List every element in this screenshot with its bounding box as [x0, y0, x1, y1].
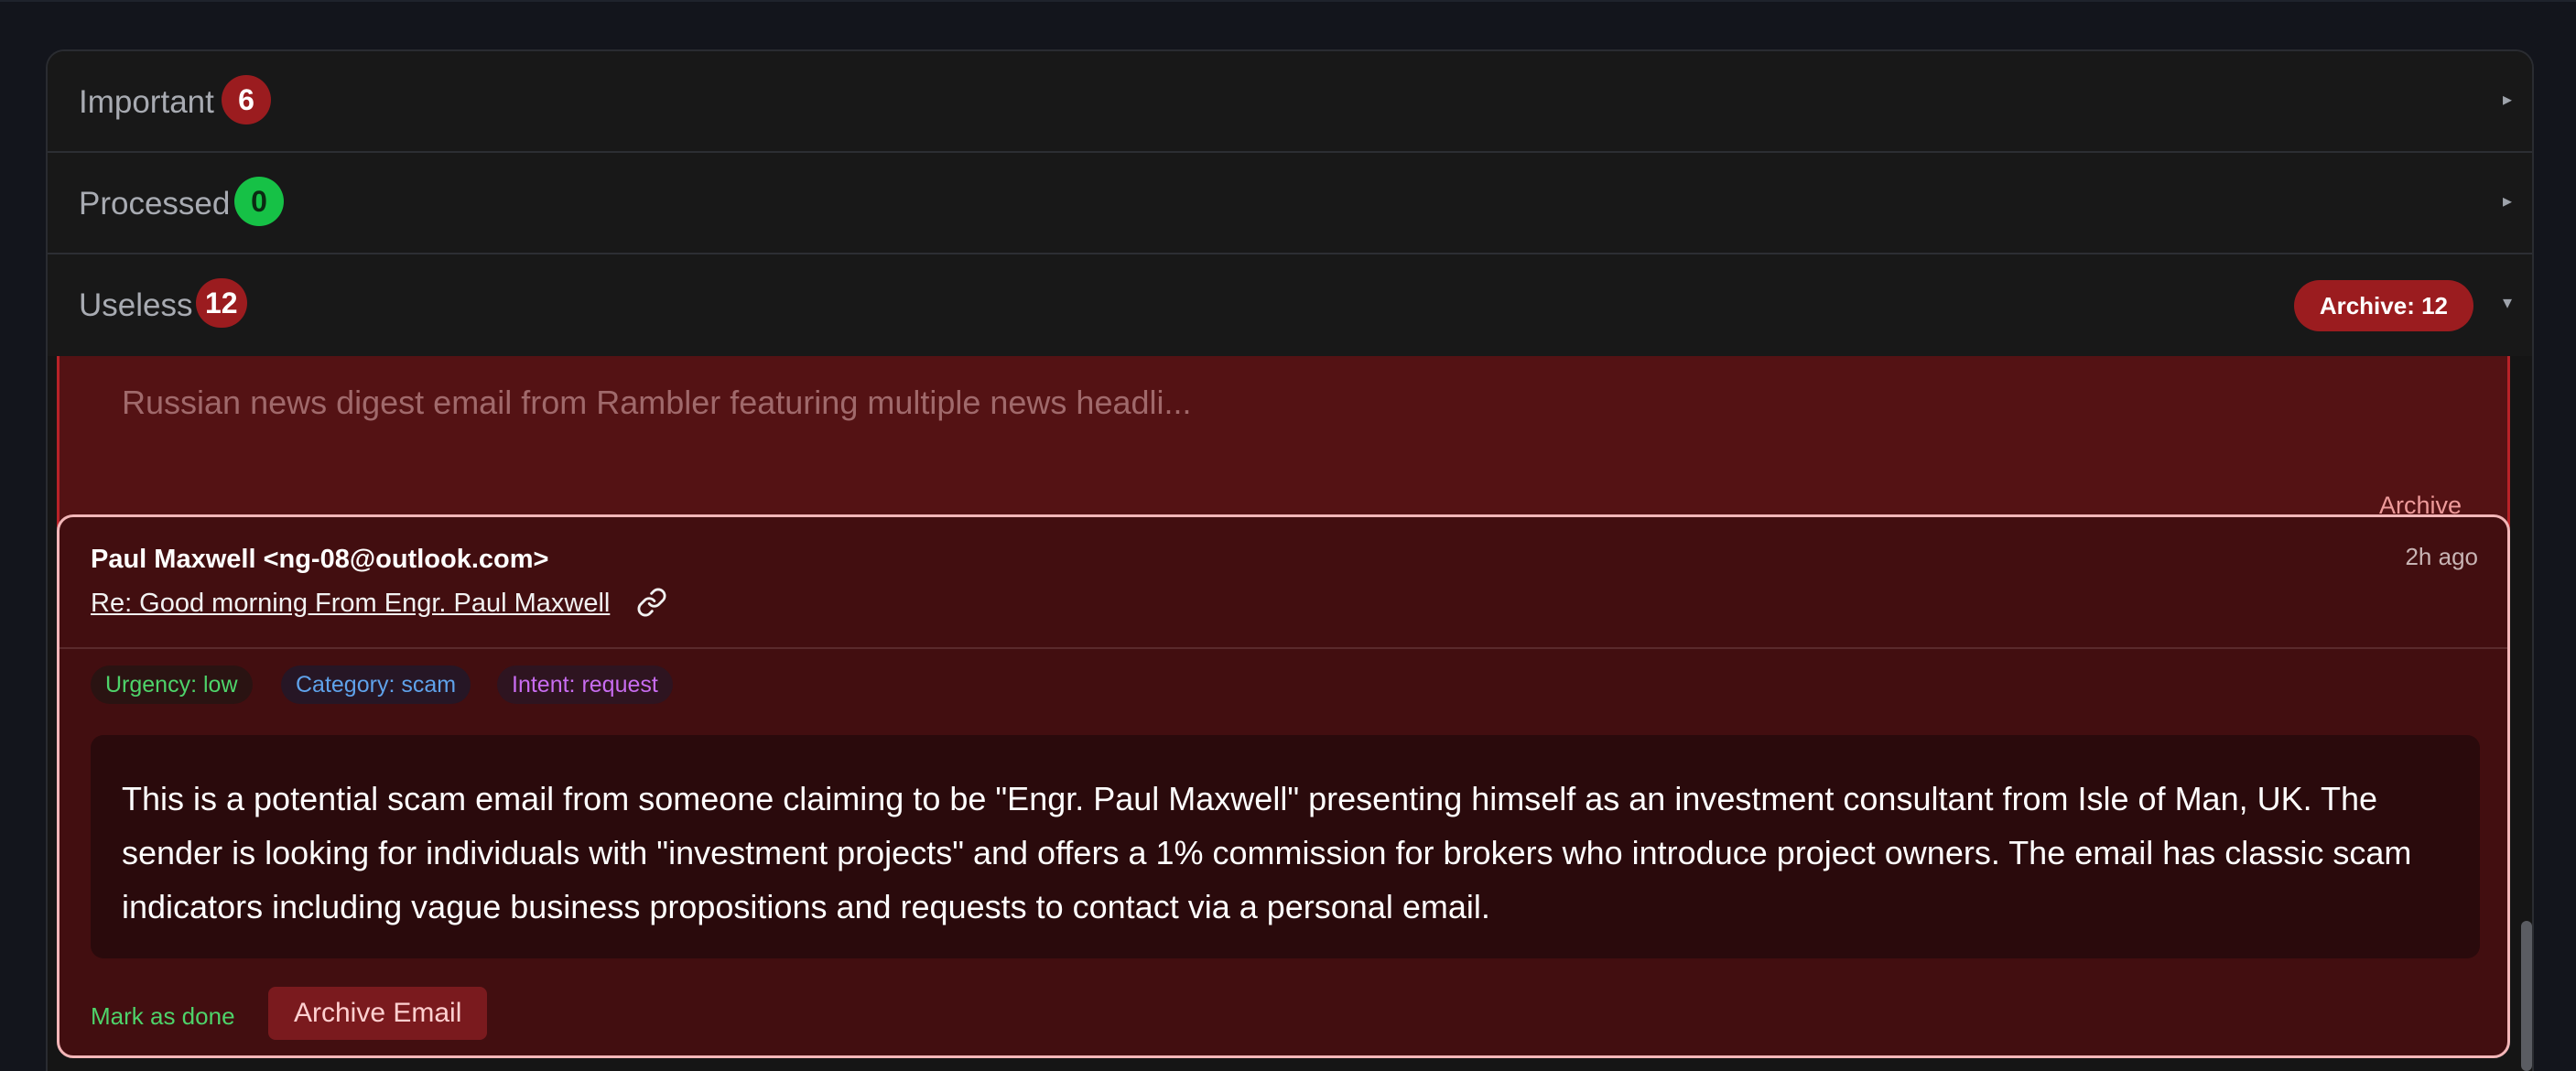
scrollbar-thumb[interactable] [2521, 921, 2532, 1071]
chevron-right-icon[interactable]: ▸ [2503, 88, 2512, 111]
section-processed[interactable]: Processed 0 ▸ [48, 153, 2532, 254]
useless-count-badge: 12 [196, 278, 247, 328]
card-divider [60, 647, 2507, 649]
section-useless[interactable]: Useless 12 Archive: 12 ▾ [48, 254, 2532, 356]
chevron-down-icon[interactable]: ▾ [2503, 291, 2512, 314]
email-sender: Paul Maxwell <ng-08@outlook.com> [91, 545, 549, 574]
section-important[interactable]: Important 6 ▸ [48, 51, 2532, 153]
section-title-processed: Processed [79, 186, 231, 222]
important-count-badge: 6 [222, 75, 271, 124]
email-timestamp: 2h ago [2405, 543, 2478, 570]
archive-all-button[interactable]: Archive: 12 [2293, 280, 2473, 331]
email-ai-summary: This is a potential scam email from some… [91, 735, 2480, 958]
urgency-tag: Urgency: low [91, 665, 253, 704]
category-tag: Category: scam [281, 665, 471, 704]
section-title-important: Important [79, 84, 214, 120]
mark-as-done-button[interactable]: Mark as done [91, 1002, 235, 1031]
archive-email-button[interactable]: Archive Email [268, 987, 488, 1040]
chevron-right-icon[interactable]: ▸ [2503, 189, 2512, 212]
top-border [0, 0, 2576, 2]
email-summary-preview: Russian news digest email from Rambler f… [122, 384, 1192, 421]
link-icon[interactable] [636, 587, 667, 618]
intent-tag: Intent: request [497, 665, 673, 704]
section-title-useless: Useless [79, 287, 193, 323]
email-subject-link[interactable]: Re: Good morning From Engr. Paul Maxwell [91, 589, 610, 619]
email-triage-panel: Russian news digest email from Rambler f… [46, 49, 2534, 1071]
email-card-selected[interactable]: Paul Maxwell <ng-08@outlook.com> Re: Goo… [57, 514, 2510, 1058]
processed-count-badge: 0 [234, 177, 284, 226]
